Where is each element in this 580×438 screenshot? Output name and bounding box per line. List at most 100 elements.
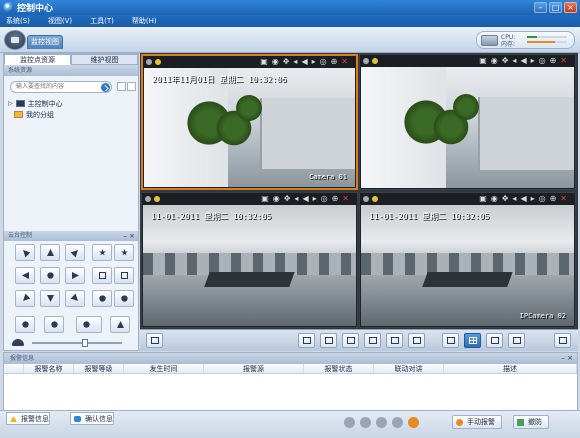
info-icon[interactable]	[344, 417, 355, 428]
alert-icon	[154, 196, 160, 202]
ptz-focus-near-button[interactable]	[92, 267, 112, 284]
col-time[interactable]: 发生时间	[124, 364, 204, 373]
ptz-3d-zoom-button[interactable]	[76, 316, 102, 333]
tree-item-label: 我的分组	[26, 110, 54, 119]
ptz-zoom-out-button[interactable]	[114, 244, 134, 261]
cpu-label: CPU:	[501, 34, 516, 41]
maximize-button[interactable]: □	[549, 2, 562, 13]
tree-item-main-center[interactable]: ▷ 主控制中心	[8, 98, 63, 109]
video-timestamp: 2011年11月01日 星期二 10:32:06	[152, 75, 287, 84]
video-toolbar-icons[interactable]: ▣◉✥◂◀▸◎⊕✕	[479, 194, 571, 203]
ptz-right-button[interactable]	[65, 267, 85, 284]
record-button[interactable]	[342, 333, 359, 348]
alarm-table-header: 报警名称 报警等级 发生时间 报警源 报警状态 联动对讲 描述	[4, 364, 577, 374]
tab-alarm-info[interactable]: 报警信息	[6, 412, 50, 425]
ptz-title: 云台控制	[8, 232, 33, 239]
layout-prev-button[interactable]	[386, 333, 403, 348]
cpu-monitor: CPU: 内存:	[476, 31, 575, 49]
camera-name: Camera 01	[309, 173, 347, 181]
minimize-button[interactable]: –	[534, 2, 547, 13]
ptz-down-button[interactable]	[40, 290, 60, 307]
ptz-focus-far-button[interactable]	[114, 267, 134, 284]
mem-label: 内存:	[501, 41, 516, 48]
menu-help[interactable]: 帮助(H)	[132, 16, 157, 26]
search-go-icon[interactable]	[101, 83, 110, 92]
tab-monitor-view[interactable]: 监控视图	[27, 35, 63, 49]
mem-usage-bar	[527, 41, 567, 43]
col-description[interactable]: 描述	[444, 364, 577, 373]
ptz-up-right-button[interactable]	[65, 244, 85, 261]
video-cell-1[interactable]: ▣◉✥◂◀▸◎⊕✕ 2011年11月01日 星期二 10:32:06 Camer…	[141, 54, 358, 190]
video-toolbar-icons[interactable]: ▣◉✥◂◀▸◎⊕✕	[260, 57, 352, 66]
delete-icon[interactable]	[392, 417, 403, 428]
section-title: 系统资源	[4, 65, 138, 76]
ptz-up-button[interactable]	[40, 244, 60, 261]
tab-confirm-info[interactable]: 确认信息	[70, 412, 114, 425]
window-title: 控制中心	[17, 4, 54, 14]
tree-item-my-group[interactable]: 我的分组	[8, 109, 63, 120]
ptz-auto-button[interactable]	[40, 267, 60, 284]
ptz-left-button[interactable]	[15, 267, 35, 284]
layout-16-button[interactable]	[508, 333, 525, 348]
menu-system[interactable]: 系统(S)	[6, 16, 30, 26]
ptz-zoom-in-button[interactable]	[92, 244, 112, 261]
col-alarm-name[interactable]: 报警名称	[24, 364, 74, 373]
turtle-icon	[12, 339, 24, 346]
ptz-header: 云台控制 – ×	[4, 231, 138, 241]
layout-4-button[interactable]	[464, 333, 481, 348]
layout-next-button[interactable]	[408, 333, 425, 348]
video-cell-2[interactable]: ▣◉✥◂◀▸◎⊕✕	[359, 54, 576, 190]
col-status[interactable]: 报警状态	[304, 364, 374, 373]
status-icon	[363, 196, 369, 202]
check-icon[interactable]	[360, 417, 371, 428]
close-button[interactable]: ×	[564, 2, 577, 13]
ptz-collapse-icon[interactable]: – ×	[123, 231, 135, 241]
video-cell-4[interactable]: ▣◉✥◂◀▸◎⊕✕ 11-01-2011 星期二 10:32:05 IPCame…	[359, 192, 576, 328]
video-toolbar-icons[interactable]: ▣◉✥◂◀▸◎⊕✕	[261, 194, 353, 203]
fullscreen-toggle-button[interactable]	[146, 333, 163, 348]
defense-button[interactable]: 撤防	[513, 415, 549, 429]
tree-expander-icon[interactable]: ▷	[8, 100, 13, 107]
capture-all-button[interactable]	[298, 333, 315, 348]
confirm-icon[interactable]	[376, 417, 387, 428]
fullscreen-button[interactable]	[554, 333, 571, 348]
video-toolbar	[140, 329, 578, 351]
menu-view[interactable]: 视图(V)	[48, 16, 72, 26]
alert-icon	[372, 196, 378, 202]
monitor-home-icon[interactable]	[4, 30, 26, 50]
speed-slider-thumb[interactable]	[82, 339, 88, 347]
tab-label: 报警信息	[21, 415, 49, 423]
alarm-collapse-icon[interactable]: – ×	[561, 353, 573, 364]
playback-button[interactable]	[364, 333, 381, 348]
layout-1-button[interactable]	[442, 333, 459, 348]
ptz-down-right-button[interactable]	[65, 290, 85, 307]
collapse-icon[interactable]	[127, 82, 136, 91]
expand-icon[interactable]	[117, 82, 126, 91]
video-toolbar-icons[interactable]: ▣◉✥◂◀▸◎⊕✕	[479, 56, 571, 65]
search-input[interactable]: 输入要查找的内容	[10, 81, 112, 93]
layout-9-button[interactable]	[486, 333, 503, 348]
tab-maintenance-view[interactable]: 维护视图	[71, 54, 138, 65]
ptz-light-button[interactable]	[15, 316, 35, 333]
ptz-down-left-button[interactable]	[15, 290, 35, 307]
manual-alarm-button[interactable]: 手动报警	[452, 415, 502, 429]
title-bar: 控制中心 – □ ×	[0, 0, 580, 15]
ptz-up-left-button[interactable]	[15, 244, 35, 261]
video-cell-3[interactable]: ▣◉✥◂◀▸◎⊕✕ 11-01-2011 星期二 10:32:05	[141, 192, 358, 328]
ptz-iris-close-button[interactable]	[114, 290, 134, 307]
clear-icon[interactable]	[408, 417, 419, 428]
ptz-iris-open-button[interactable]	[92, 290, 112, 307]
menu-bar: 系统(S) 视图(V) 工具(T) 帮助(H)	[0, 15, 580, 27]
col-source[interactable]: 报警源	[204, 364, 304, 373]
cpu-icon	[481, 35, 498, 46]
left-panel: 监控点资源 维护视图 系统资源 输入要查找的内容 ▷ 主控制中心 我的分组 云台…	[3, 53, 139, 351]
ptz-speed-slider[interactable]	[12, 339, 132, 347]
ptz-wiper-button[interactable]	[44, 316, 64, 333]
ptz-home-button[interactable]	[110, 316, 130, 333]
alert-icon	[155, 59, 161, 65]
menu-tools[interactable]: 工具(T)	[90, 16, 114, 26]
col-linkage[interactable]: 联动对讲	[374, 364, 444, 373]
snapshot-button[interactable]	[320, 333, 337, 348]
tab-monitor-resources[interactable]: 监控点资源	[4, 54, 71, 65]
col-alarm-level[interactable]: 报警等级	[74, 364, 124, 373]
